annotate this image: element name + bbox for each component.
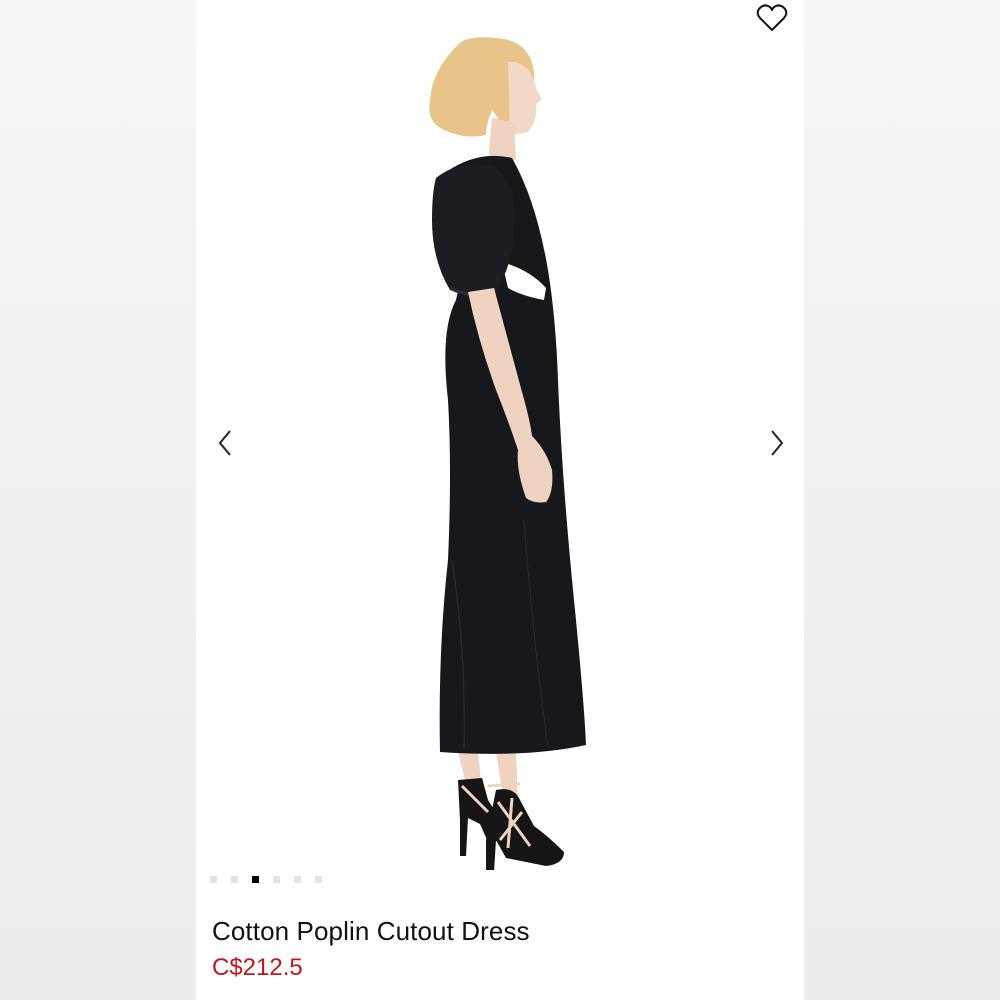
product-title: Cotton Poplin Cutout Dress <box>212 916 530 946</box>
sandal-front <box>486 789 564 870</box>
right-backdrop <box>804 0 1000 1000</box>
previous-image-button[interactable] <box>208 424 242 462</box>
gallery-pagination <box>210 876 322 883</box>
left-backdrop <box>0 0 196 1000</box>
model-neck <box>488 118 516 162</box>
next-image-button[interactable] <box>760 424 794 462</box>
pagination-dot[interactable] <box>231 876 238 883</box>
chevron-right-icon <box>771 430 784 456</box>
chevron-left-icon <box>218 430 231 456</box>
heart-outline-icon <box>756 4 788 31</box>
product-page: Cotton Poplin Cutout Dress C$212.5 <box>0 0 1000 1000</box>
pagination-dot-active[interactable] <box>252 876 259 883</box>
product-photo[interactable] <box>196 0 804 870</box>
pagination-dot[interactable] <box>210 876 217 883</box>
product-card: Cotton Poplin Cutout Dress C$212.5 <box>196 0 804 1000</box>
pagination-dot[interactable] <box>273 876 280 883</box>
wishlist-button[interactable] <box>752 0 792 36</box>
pagination-dot[interactable] <box>294 876 301 883</box>
product-price: C$212.5 <box>212 954 303 981</box>
puff-sleeve <box>432 164 515 295</box>
pagination-dot[interactable] <box>315 876 322 883</box>
